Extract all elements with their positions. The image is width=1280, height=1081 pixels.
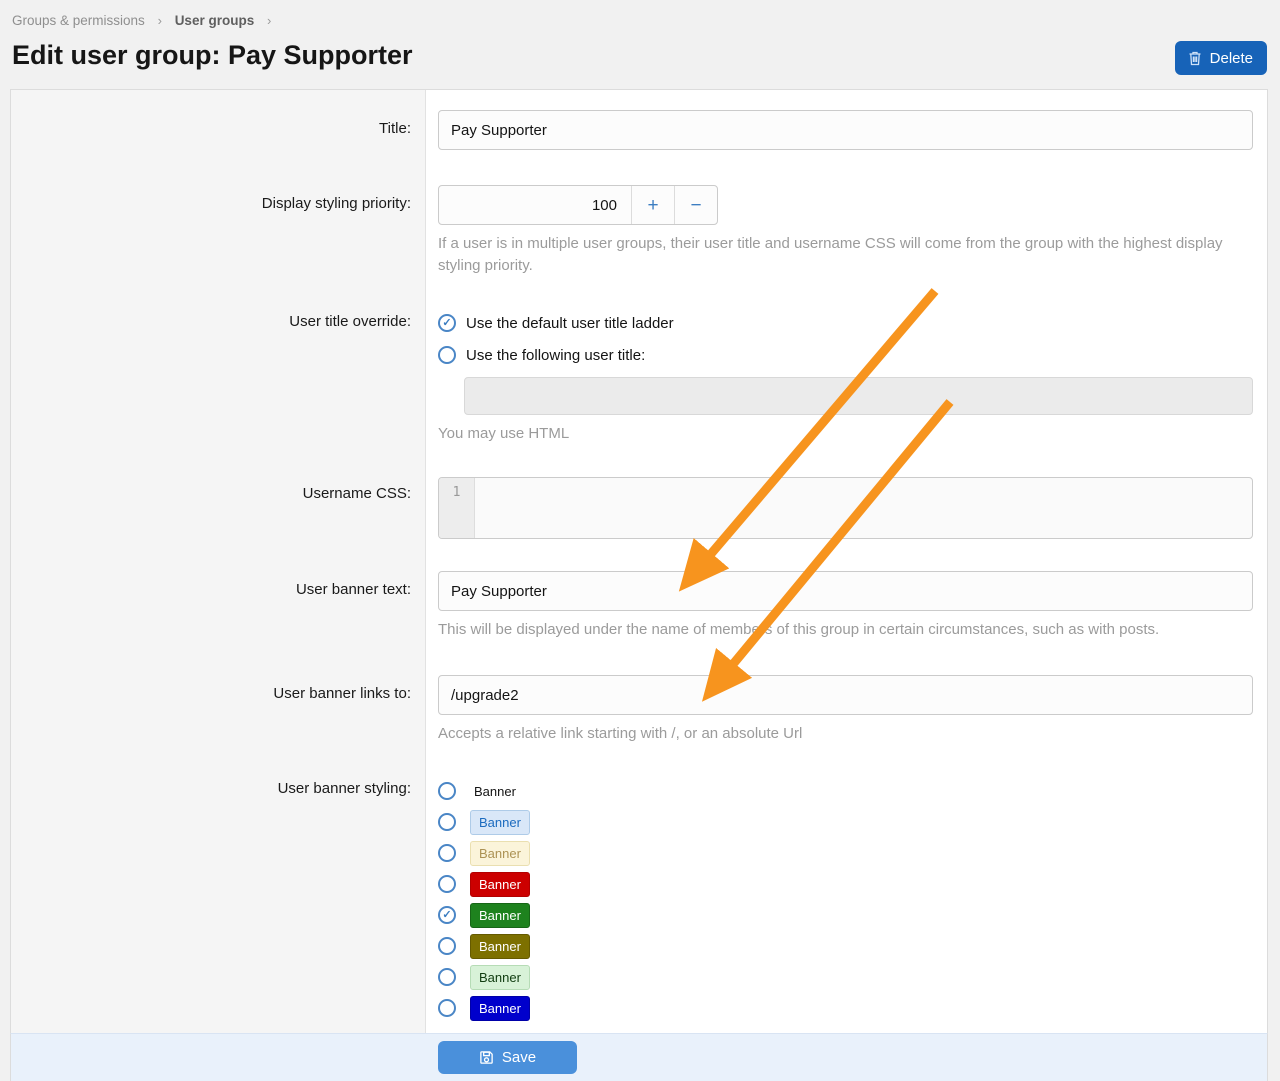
priority-increment-button[interactable]: + <box>631 186 674 224</box>
banner-preview-blue: Banner <box>470 810 530 835</box>
banner-preview-dark-blue: Banner <box>470 996 530 1021</box>
radio-unchecked-icon <box>438 875 456 893</box>
banner-style-option-light-green[interactable]: Banner <box>438 965 1253 989</box>
custom-user-title-input[interactable] <box>464 377 1253 415</box>
banner-style-option-red[interactable]: Banner <box>438 872 1253 896</box>
banner-style-option-plain[interactable]: Banner <box>438 779 1253 803</box>
delete-button-label: Delete <box>1210 50 1253 67</box>
form-row-user-title-override: User title override: Use the default use… <box>11 293 1267 463</box>
radio-unchecked-icon <box>438 968 456 986</box>
footer-bar: Save <box>10 1033 1268 1081</box>
banner-style-option-olive[interactable]: Banner <box>438 934 1253 958</box>
radio-custom-user-title[interactable]: Use the following user title: <box>438 343 1253 367</box>
user-title-override-label: User title override: <box>11 293 426 463</box>
radio-default-title-ladder-label: Use the default user title ladder <box>466 315 674 332</box>
radio-unchecked-icon <box>438 813 456 831</box>
priority-input[interactable] <box>439 186 631 224</box>
edit-user-group-form: Title: Display styling priority: + − If … <box>10 89 1268 1081</box>
save-icon <box>479 1050 494 1065</box>
priority-decrement-button[interactable]: − <box>674 186 717 224</box>
radio-unchecked-icon <box>438 346 456 364</box>
title-label: Title: <box>11 90 426 167</box>
radio-checked-icon <box>438 906 456 924</box>
display-styling-priority-label: Display styling priority: <box>11 167 426 293</box>
breadcrumb-user-groups[interactable]: User groups <box>175 13 255 28</box>
title-input[interactable] <box>438 110 1253 150</box>
banner-preview-plain: Banner <box>470 779 525 804</box>
banner-preview-red: Banner <box>470 872 530 897</box>
user-banner-text-label: User banner text: <box>11 551 426 657</box>
banner-preview-green: Banner <box>470 903 530 928</box>
banner-styling-options: Banner Banner Banner Banner Banner Banner Bann… <box>438 779 1253 1020</box>
delete-button[interactable]: Delete <box>1175 41 1267 75</box>
user-banner-link-hint: Accepts a relative link starting with /,… <box>438 723 1253 745</box>
save-button-label: Save <box>502 1049 536 1066</box>
user-banner-text-hint: This will be displayed under the name of… <box>438 619 1253 641</box>
user-banner-link-label: User banner links to: <box>11 657 426 761</box>
radio-checked-icon <box>438 314 456 332</box>
form-row-username-css: Username CSS: 1 <box>11 463 1267 551</box>
priority-hint: If a user is in multiple user groups, th… <box>438 233 1253 277</box>
user-banner-styling-label: User banner styling: <box>11 761 426 1033</box>
page-title: Edit user group: Pay Supporter <box>12 40 413 71</box>
banner-preview-olive: Banner <box>470 934 530 959</box>
radio-custom-user-title-label: Use the following user title: <box>466 347 645 364</box>
breadcrumb-separator-icon: › <box>158 13 162 28</box>
banner-style-option-blue[interactable]: Banner <box>438 810 1253 834</box>
user-banner-text-input[interactable] <box>438 571 1253 611</box>
user-title-hint: You may use HTML <box>438 423 1253 445</box>
breadcrumb-separator-icon: › <box>267 13 271 28</box>
radio-unchecked-icon <box>438 844 456 862</box>
form-row-user-banner-styling: User banner styling: BannerBannerBannerB… <box>11 761 1267 1033</box>
banner-style-option-dark-blue[interactable]: Banner <box>438 996 1253 1020</box>
save-button[interactable]: Save <box>438 1041 577 1074</box>
form-row-display-styling-priority: Display styling priority: + − If a user … <box>11 167 1267 293</box>
radio-unchecked-icon <box>438 999 456 1017</box>
user-banner-link-input[interactable] <box>438 675 1253 715</box>
editor-line-number: 1 <box>439 478 475 538</box>
trash-icon <box>1187 50 1203 66</box>
banner-preview-cream: Banner <box>470 841 530 866</box>
breadcrumb-groups-permissions[interactable]: Groups & permissions <box>12 13 145 28</box>
priority-stepper: + − <box>438 185 718 225</box>
form-row-user-banner-text: User banner text: This will be displayed… <box>11 551 1267 657</box>
radio-unchecked-icon <box>438 782 456 800</box>
username-css-label: Username CSS: <box>11 463 426 553</box>
radio-unchecked-icon <box>438 937 456 955</box>
form-row-user-banner-link: User banner links to: Accepts a relative… <box>11 657 1267 761</box>
banner-preview-light-green: Banner <box>470 965 530 990</box>
banner-style-option-cream[interactable]: Banner <box>438 841 1253 865</box>
form-row-title: Title: <box>11 90 1267 167</box>
banner-style-option-green[interactable]: Banner <box>438 903 1253 927</box>
username-css-editor[interactable]: 1 <box>438 477 1253 539</box>
editor-code-area[interactable] <box>475 478 1252 538</box>
breadcrumb: Groups & permissions › User groups › <box>12 13 280 28</box>
radio-default-title-ladder[interactable]: Use the default user title ladder <box>438 311 1253 335</box>
